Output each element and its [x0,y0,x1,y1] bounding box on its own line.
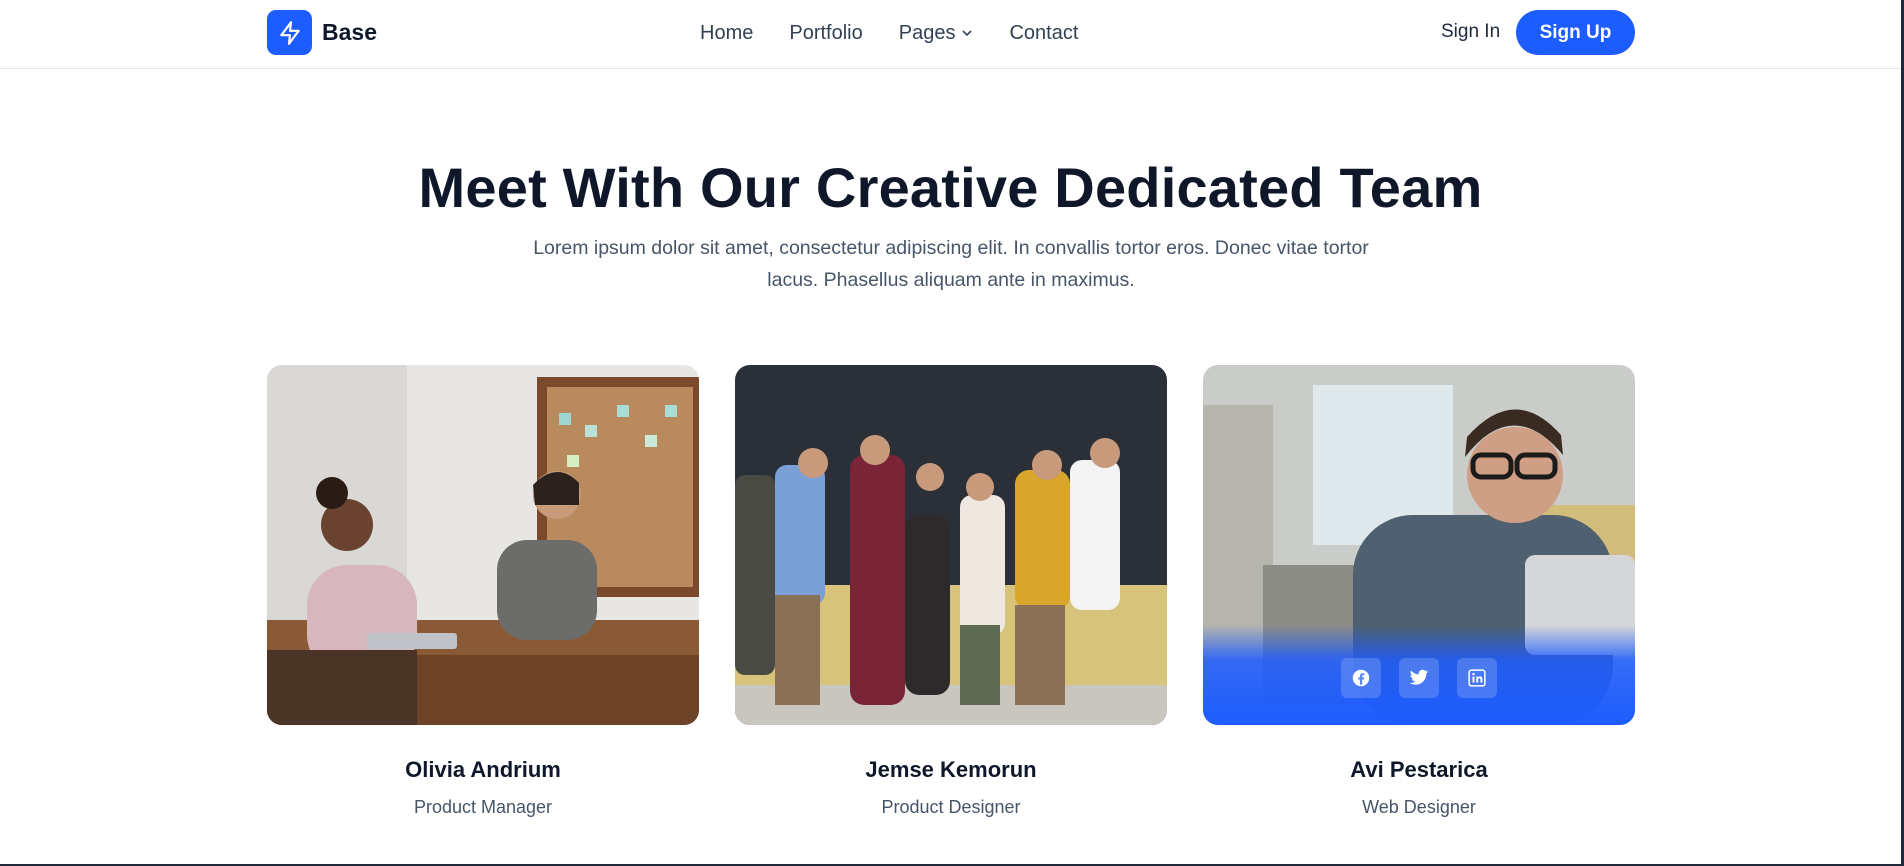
social-links [1203,658,1635,698]
member-name: Jemse Kemorun [865,757,1037,782]
brand-name: Base [322,19,377,45]
member-role: Product Designer [881,797,1021,817]
team-card: Olivia Andrium Product Manager [267,365,699,818]
team-card: Jemse Kemorun Product Designer [735,365,1167,818]
chevron-down-icon [962,30,973,37]
member-role: Product Manager [413,797,553,817]
member-name: Avi Pestarica [1350,757,1488,782]
nav-item-home[interactable]: Home [700,22,753,45]
team-photo [1203,365,1635,725]
nav-item-pages[interactable]: Pages [899,22,974,45]
main-nav: Home Portfolio Pages Contact [700,0,1078,66]
twitter-icon[interactable] [1399,658,1439,698]
sign-up-button[interactable]: Sign Up [1516,10,1635,55]
team-photo [267,365,699,725]
sign-in-link[interactable]: Sign In [1441,21,1500,43]
nav-label: Home [700,21,754,44]
brand-logo[interactable]: Base [267,10,377,55]
nav-item-portfolio[interactable]: Portfolio [789,22,862,45]
linkedin-icon[interactable] [1457,658,1497,698]
nav-item-contact[interactable]: Contact [1009,22,1078,45]
member-role: Web Designer [1362,797,1476,817]
team-card: Avi Pestarica Web Designer [1203,365,1635,818]
nav-label: Pages [898,21,956,44]
member-name: Olivia Andrium [405,757,561,782]
facebook-icon[interactable] [1341,658,1381,698]
bolt-icon [267,10,312,55]
site-header: Base Home Portfolio Pages Contact Sign I… [0,0,1901,69]
page-title: Meet With Our Creative Dedicated Team [418,156,1483,219]
nav-label: Portfolio [789,21,863,44]
nav-label: Contact [1009,21,1079,44]
team-photo [735,365,1167,725]
page-subtitle: Lorem ipsum dolor sit amet, consectetur … [533,237,1369,291]
